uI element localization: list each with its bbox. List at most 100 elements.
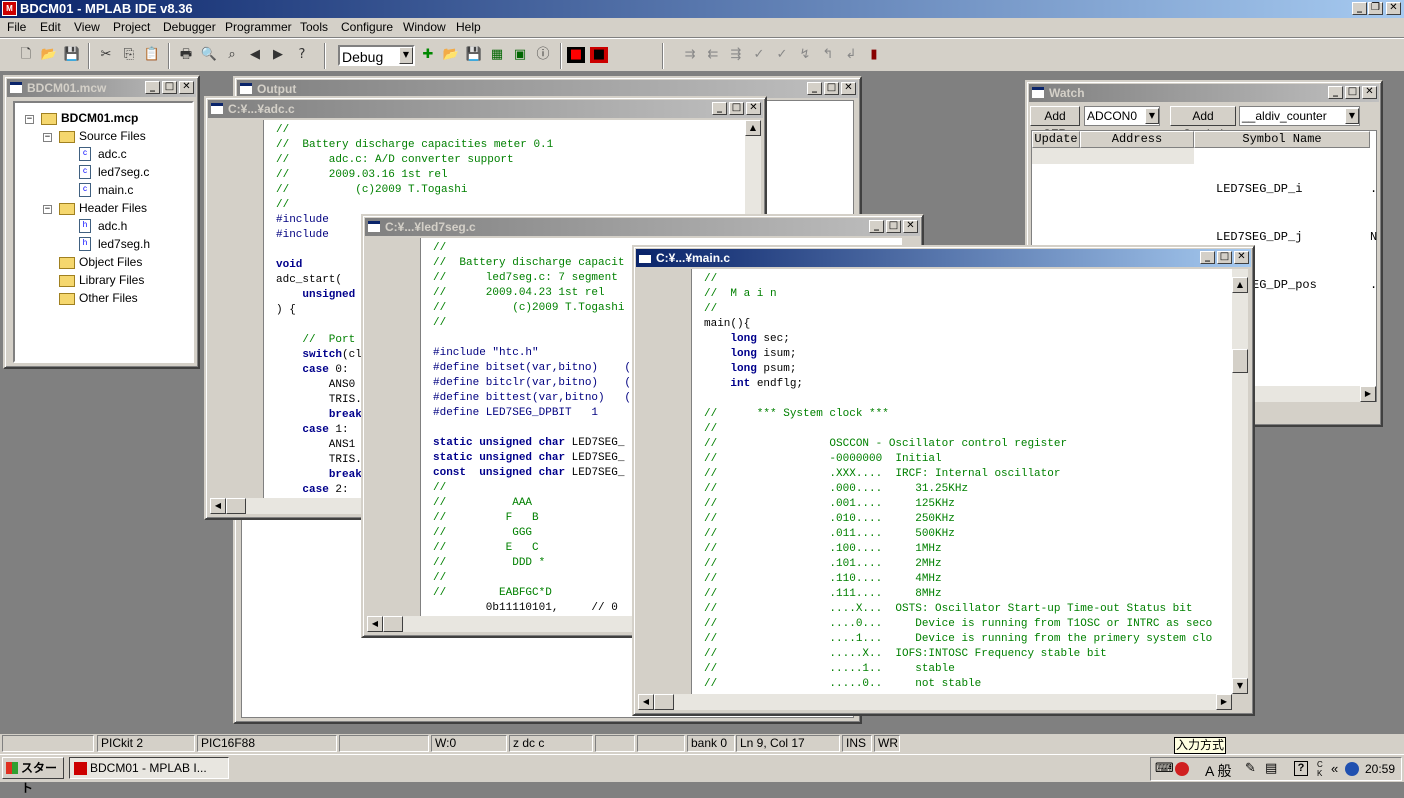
save-icon[interactable]: 💾	[62, 45, 82, 65]
menu-project[interactable]: Project	[113, 20, 150, 34]
debug-halt-icon[interactable]: ■	[590, 47, 608, 63]
scroll-up-icon[interactable]: ▲	[1232, 277, 1248, 293]
scroll-thumb[interactable]	[383, 616, 403, 632]
chevron-down-icon[interactable]: ▼	[1145, 108, 1159, 124]
menu-debugger[interactable]: Debugger	[163, 20, 216, 34]
bookmark-prev-icon[interactable]: ◀	[245, 45, 265, 65]
collapse-icon[interactable]: −	[25, 115, 34, 124]
scroll-right-icon[interactable]: ▶	[1216, 694, 1232, 710]
tray-expand-icon[interactable]: «	[1331, 761, 1338, 776]
maximize-button[interactable]: □	[886, 220, 901, 233]
watch-col-symbol[interactable]: Symbol Name	[1194, 131, 1370, 148]
close-button[interactable]: ✕	[1362, 86, 1377, 99]
scroll-left-icon[interactable]: ◀	[367, 616, 383, 632]
ime-icon[interactable]	[1175, 762, 1189, 776]
scroll-left-icon[interactable]: ◀	[210, 498, 226, 514]
target-power-icon[interactable]: ▮	[864, 45, 884, 65]
tree-file-main-c[interactable]: main.c	[98, 183, 133, 197]
maximize-button[interactable]: □	[1345, 86, 1360, 99]
maximize-button[interactable]: □	[729, 102, 744, 115]
mclr-icon[interactable]: ↲	[841, 45, 861, 65]
debug-run-icon[interactable]: ■	[567, 47, 585, 63]
caps-kana-icon[interactable]: CK	[1317, 760, 1323, 778]
scroll-thumb[interactable]	[1232, 349, 1248, 373]
main-code-area[interactable]: // // M a i n // main(){ long sec; long isu…	[638, 269, 1232, 694]
scroll-down-icon[interactable]: ▼	[1232, 678, 1248, 694]
menu-programmer[interactable]: Programmer	[225, 20, 292, 34]
scroll-right-icon[interactable]: ▶	[1360, 386, 1376, 402]
close-button[interactable]: ✕	[841, 82, 856, 95]
network-icon[interactable]	[1345, 762, 1359, 776]
new-file-icon[interactable]: 🗋	[16, 45, 36, 65]
info-icon[interactable]: ⓘ	[533, 45, 553, 65]
menu-view[interactable]: View	[74, 20, 100, 34]
tree-file-adc-h[interactable]: adc.h	[98, 219, 127, 233]
verify-icon[interactable]: ⇶	[726, 45, 746, 65]
tree-file-led7seg-c[interactable]: led7seg.c	[98, 165, 149, 179]
watch-col-address[interactable]: Address	[1080, 131, 1194, 148]
tree-header-files[interactable]: Header Files	[79, 201, 147, 215]
symbol-select[interactable]: __aldiv_counter ▼	[1239, 106, 1360, 126]
build-icon[interactable]: ✚	[418, 45, 438, 65]
minimize-button[interactable]: _	[807, 82, 822, 95]
print-icon[interactable]: 🖶	[176, 45, 196, 65]
tree-other-files[interactable]: Other Files	[79, 291, 138, 305]
menu-configure[interactable]: Configure	[341, 20, 393, 34]
tool-icon[interactable]: ▤	[1265, 761, 1277, 776]
bookmark-next-icon[interactable]: ▶	[268, 45, 288, 65]
add-sfr-button[interactable]: Add SFR	[1030, 106, 1080, 141]
help-icon[interactable]: ?	[292, 45, 312, 65]
keyboard-icon[interactable]: ⌨	[1155, 761, 1174, 776]
hold-reset-icon[interactable]: ↰	[818, 45, 838, 65]
sfr-select[interactable]: ADCON0 ▼	[1084, 106, 1160, 126]
tree-object-files[interactable]: Object Files	[79, 255, 142, 269]
close-button[interactable]: ✕	[903, 220, 918, 233]
make-icon[interactable]: ▦	[487, 45, 507, 65]
maximize-button[interactable]: □	[824, 82, 839, 95]
blank-check-icon[interactable]: ✓	[772, 45, 792, 65]
menu-tools[interactable]: Tools	[300, 20, 328, 34]
chevron-down-icon[interactable]: ▼	[399, 47, 413, 64]
tree-file-adc-c[interactable]: adc.c	[98, 147, 127, 161]
watch-row[interactable]: LED7SEG_DP_i	[1216, 181, 1317, 197]
collapse-icon[interactable]: −	[43, 133, 52, 142]
find-in-files-icon[interactable]: ⌕	[222, 45, 242, 65]
paste-icon[interactable]: 📋	[142, 45, 162, 65]
chevron-down-icon[interactable]: ▼	[1345, 108, 1359, 124]
tree-file-led7seg-h[interactable]: led7seg.h	[98, 237, 150, 251]
tree-project-root[interactable]: BDCM01.mcp	[61, 111, 138, 125]
read-icon[interactable]: ⇇	[703, 45, 723, 65]
ime-mode-indicator[interactable]: A 般	[1205, 761, 1231, 781]
collapse-icon[interactable]: −	[43, 205, 52, 214]
main-vscrollbar[interactable]: ▲ ▼	[1232, 269, 1248, 694]
minimize-button[interactable]: _	[712, 102, 727, 115]
close-button[interactable]: ✕	[1234, 251, 1249, 264]
maximize-button[interactable]: □	[1217, 251, 1232, 264]
menu-window[interactable]: Window	[403, 20, 446, 34]
minimize-button[interactable]: _	[1200, 251, 1215, 264]
program-icon[interactable]: ⇉	[680, 45, 700, 65]
maximize-button[interactable]: □	[162, 81, 177, 94]
minimize-button[interactable]: _	[1352, 2, 1367, 15]
menu-edit[interactable]: Edit	[40, 20, 61, 34]
scroll-thumb[interactable]	[654, 694, 674, 710]
close-button[interactable]: ✕	[746, 102, 761, 115]
open-project-icon[interactable]: 📂	[441, 45, 461, 65]
scroll-up-icon[interactable]: ▲	[745, 120, 761, 136]
close-button[interactable]: ✕	[179, 81, 194, 94]
watch-row[interactable]: LED7SEG_DP_j	[1216, 229, 1317, 245]
open-file-icon[interactable]: 📂	[39, 45, 59, 65]
main-hscrollbar[interactable]: ◀ ▶	[638, 694, 1232, 710]
restore-button[interactable]: ❐	[1368, 2, 1383, 15]
cut-icon[interactable]: ✂	[96, 45, 116, 65]
start-button[interactable]: スタート	[2, 757, 64, 795]
tree-source-files[interactable]: Source Files	[79, 129, 146, 143]
clock[interactable]: 20:59	[1365, 762, 1395, 776]
close-button[interactable]: ✕	[1386, 2, 1401, 15]
build-config-select[interactable]: Debug ▼	[338, 45, 415, 66]
add-symbol-button[interactable]: Add Symbol	[1170, 106, 1236, 141]
save-workspace-icon[interactable]: 💾	[464, 45, 484, 65]
watch-col-update[interactable]: Update	[1032, 131, 1080, 148]
find-icon[interactable]: 🔍	[199, 45, 219, 65]
tree-library-files[interactable]: Library Files	[79, 273, 144, 287]
